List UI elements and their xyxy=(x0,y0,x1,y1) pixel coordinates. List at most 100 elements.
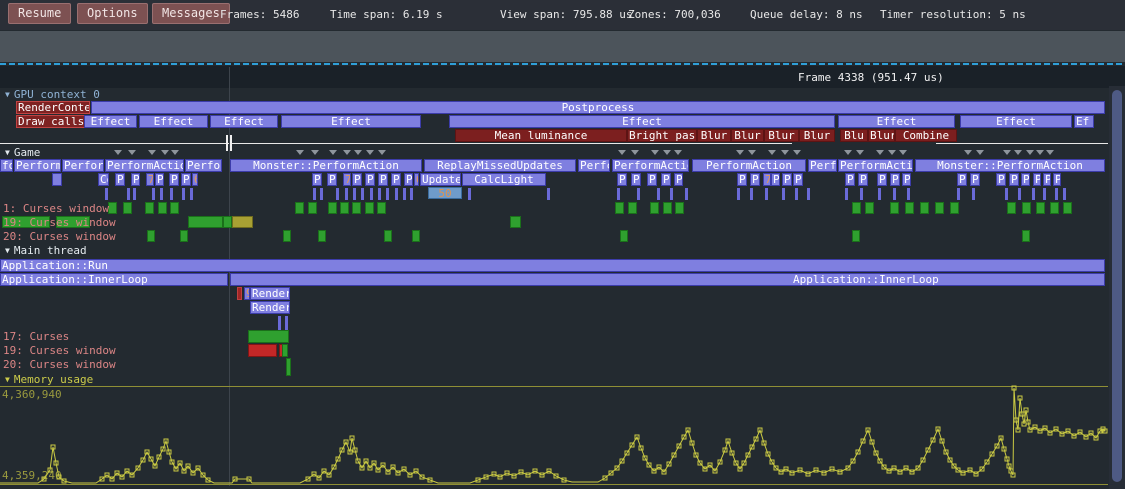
zone-p[interactable]: P xyxy=(131,173,140,186)
zone-tick[interactable] xyxy=(893,188,896,200)
zone-marker[interactable] xyxy=(340,202,349,214)
zone-marker[interactable] xyxy=(650,202,659,214)
zone-marker[interactable] xyxy=(663,202,672,214)
zone-tick[interactable] xyxy=(395,188,398,200)
zone-bar[interactable] xyxy=(286,358,291,376)
scrollbar-thumb[interactable] xyxy=(1112,90,1122,482)
message-marker-icon[interactable] xyxy=(876,150,884,155)
zone-tick[interactable] xyxy=(170,188,173,200)
zone-marker[interactable] xyxy=(108,202,117,214)
zone-effect[interactable]: Effect xyxy=(281,115,421,128)
zone-marker[interactable] xyxy=(123,202,132,214)
zone-p[interactable]: P xyxy=(661,173,671,186)
zone-p[interactable]: P xyxy=(771,173,780,186)
section-header-game[interactable]: ▼Game xyxy=(5,147,40,159)
zone-p[interactable]: P xyxy=(970,173,980,186)
message-marker-icon[interactable] xyxy=(366,150,374,155)
message-marker-icon[interactable] xyxy=(793,150,801,155)
thread-label[interactable]: 19: Curses window xyxy=(3,217,116,229)
zone-marker[interactable] xyxy=(675,202,684,214)
zone-marker[interactable] xyxy=(628,202,637,214)
zone-application-innerloop[interactable]: Application::InnerLoop xyxy=(0,273,228,286)
zone-tick[interactable] xyxy=(320,188,323,200)
zone-blur[interactable]: Blur xyxy=(731,129,764,142)
zone-calclight[interactable]: CalcLight xyxy=(462,173,546,186)
zone-7[interactable]: 7 xyxy=(343,173,351,186)
zone-p[interactable]: P xyxy=(890,173,900,186)
zone-ef[interactable]: Ef xyxy=(1074,115,1094,128)
zone-marker[interactable] xyxy=(170,202,179,214)
options-button[interactable]: Options xyxy=(77,3,148,24)
zone-marker[interactable] xyxy=(158,202,167,214)
message-marker-icon[interactable] xyxy=(1003,150,1011,155)
zone-effect[interactable]: Effect xyxy=(838,115,955,128)
zone-blur[interactable]: Blur xyxy=(764,129,799,142)
message-marker-icon[interactable] xyxy=(1036,150,1044,155)
zone-marker[interactable] xyxy=(1022,230,1030,242)
zone-performactic[interactable]: PerformActic xyxy=(838,159,913,172)
zone-marker[interactable] xyxy=(384,230,392,242)
zone-fo[interactable]: fo xyxy=(0,159,13,172)
zone-marker[interactable] xyxy=(1007,202,1016,214)
zone-renderconte[interactable]: RenderConte xyxy=(16,101,90,114)
thread-label[interactable]: 19: Curses window xyxy=(3,345,116,357)
zone-application-run[interactable]: Application::Run xyxy=(0,259,1105,272)
zone-p[interactable]: P xyxy=(365,173,375,186)
message-marker-icon[interactable] xyxy=(781,150,789,155)
zone-marker[interactable] xyxy=(145,202,154,214)
message-marker-icon[interactable] xyxy=(768,150,776,155)
zone-bar[interactable] xyxy=(248,344,277,357)
message-marker-icon[interactable] xyxy=(343,150,351,155)
section-header-gpu[interactable]: ▼GPU context 0 xyxy=(5,89,100,101)
zone-effect[interactable]: Effect xyxy=(84,115,137,128)
zone-tick[interactable] xyxy=(860,188,863,200)
time-ruler[interactable] xyxy=(0,66,1125,88)
message-marker-icon[interactable] xyxy=(674,150,682,155)
zone-marker[interactable] xyxy=(328,202,337,214)
zone-render[interactable]: Render xyxy=(250,301,290,314)
message-marker-icon[interactable] xyxy=(888,150,896,155)
zone-marker[interactable] xyxy=(1063,202,1072,214)
zone-perfo[interactable]: Perfo xyxy=(185,159,222,172)
zone-marker[interactable] xyxy=(615,202,624,214)
message-marker-icon[interactable] xyxy=(378,150,386,155)
zone-bar[interactable] xyxy=(188,216,223,228)
zone-blur[interactable]: Blur xyxy=(868,129,895,142)
zone-perfc[interactable]: Perfc xyxy=(808,159,837,172)
zone-p[interactable]: P xyxy=(737,173,747,186)
zone-6[interactable]: 6 xyxy=(414,173,419,186)
zone-marker[interactable] xyxy=(950,202,959,214)
message-marker-icon[interactable] xyxy=(1046,150,1054,155)
zone-update[interactable]: Update xyxy=(420,173,461,186)
zone-marker[interactable] xyxy=(147,230,155,242)
zone-tick[interactable] xyxy=(152,188,155,200)
zone-tick[interactable] xyxy=(972,188,975,200)
zone-p[interactable]: P xyxy=(1043,173,1051,186)
section-header-memory-usage[interactable]: ▼Memory usage xyxy=(5,374,93,386)
thread-label[interactable]: Application::InnerLoop xyxy=(793,274,939,286)
zone-tick[interactable] xyxy=(617,188,620,200)
zone-blu[interactable]: Blu xyxy=(840,129,868,142)
zone-marker[interactable] xyxy=(180,230,188,242)
zone-perform[interactable]: Perform xyxy=(62,159,104,172)
zone-p[interactable]: P xyxy=(391,173,401,186)
zone-replaymissedupdates[interactable]: ReplayMissedUpdates xyxy=(424,159,576,172)
zone-tick[interactable] xyxy=(737,188,740,200)
zone-bar[interactable] xyxy=(282,344,288,357)
zone-tick[interactable] xyxy=(361,188,364,200)
zone-p[interactable]: P xyxy=(404,173,413,186)
zone-tick[interactable] xyxy=(957,188,960,200)
zone-tick[interactable] xyxy=(807,188,810,200)
zone-p[interactable]: P xyxy=(312,173,322,186)
message-marker-icon[interactable] xyxy=(161,150,169,155)
zone-50[interactable]: 50 xyxy=(428,187,462,199)
zone-tick[interactable] xyxy=(345,188,348,200)
zone-postprocess[interactable]: Postprocess xyxy=(91,101,1105,114)
zone-effect[interactable]: Effect xyxy=(139,115,208,128)
zone-p[interactable]: P xyxy=(115,173,125,186)
zone-tick[interactable] xyxy=(353,188,356,200)
zone-combine[interactable]: Combine xyxy=(895,129,957,142)
zone-p[interactable]: P xyxy=(169,173,179,186)
message-marker-icon[interactable] xyxy=(736,150,744,155)
zone-marker[interactable] xyxy=(365,202,374,214)
